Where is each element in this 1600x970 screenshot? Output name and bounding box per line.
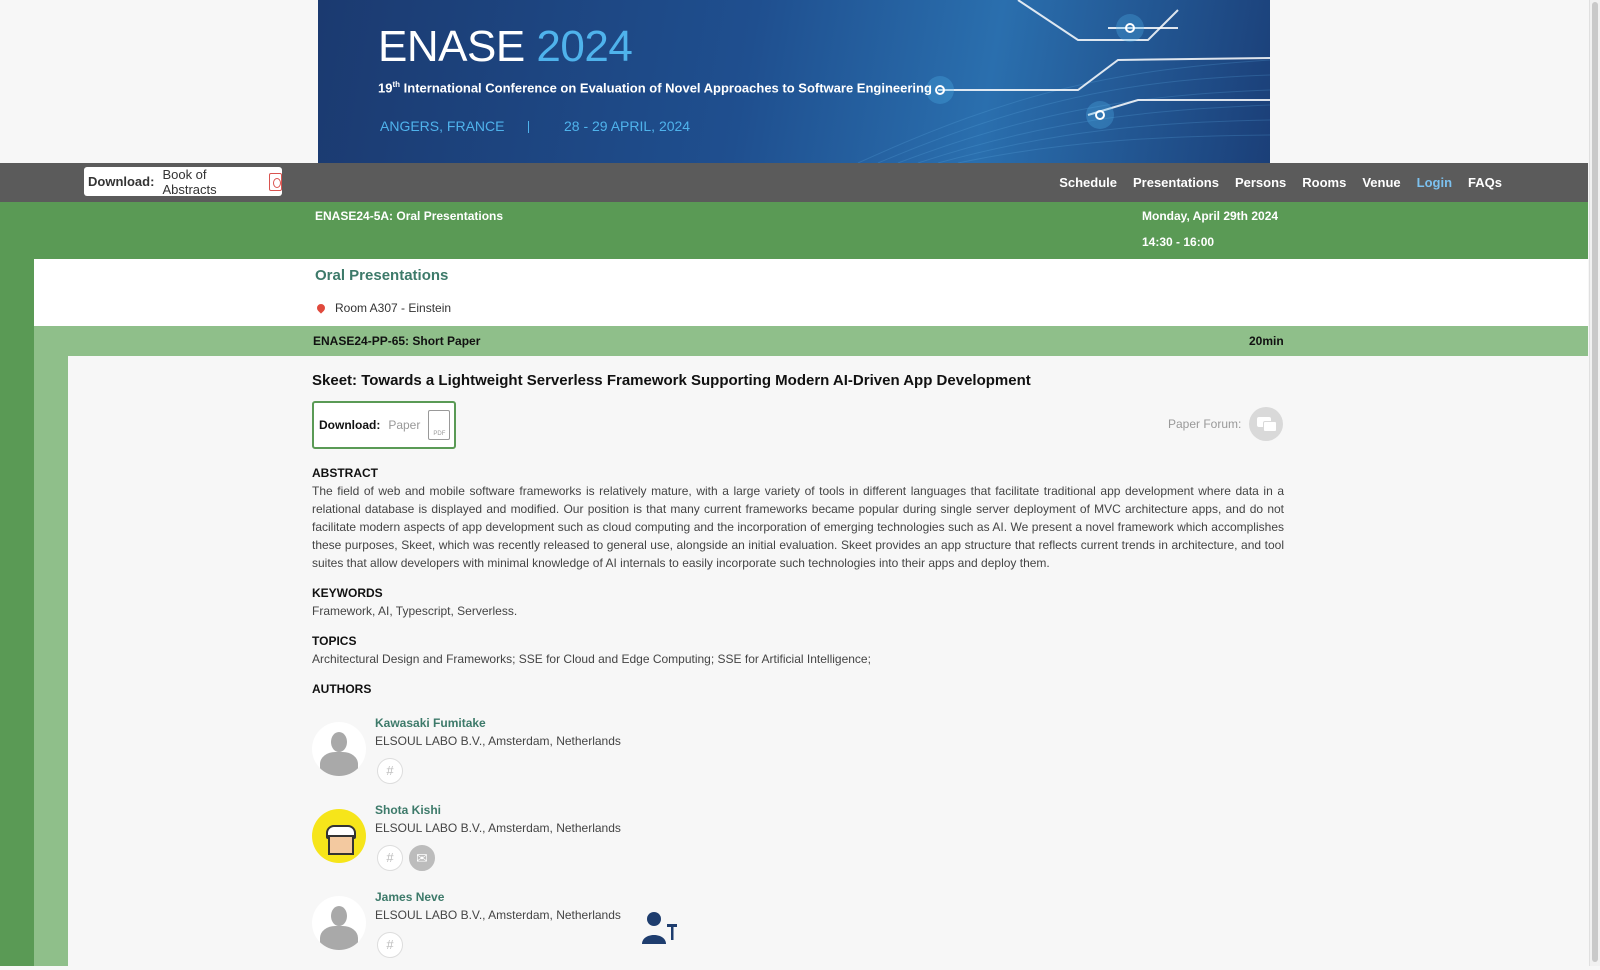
pdf-icon-text: PDF [433, 431, 446, 437]
conference-banner: ENASE 2024 19th International Conference… [318, 0, 1270, 163]
abstract-text: The field of web and mobile software fra… [312, 484, 1284, 570]
paper-download[interactable]: Download: Paper PDF [312, 401, 456, 449]
keywords-text: Framework, AI, Typescript, Serverless. [312, 604, 518, 618]
session-left-border [0, 259, 34, 966]
banner-edition-number: 19 [378, 80, 393, 96]
paper-download-label: Download: [319, 418, 381, 432]
author-name[interactable]: Shota Kishi [375, 803, 441, 817]
paper-duration: 20min [1249, 334, 1284, 348]
author-affiliation: ELSOUL LABO B.V., Amsterdam, Netherlands [375, 734, 621, 748]
paper-forum-label: Paper Forum: [1168, 417, 1242, 431]
nav-links: Schedule Presentations Persons Rooms Ven… [1059, 163, 1502, 202]
paper-header: ENASE24-PP-65: Short Paper 20min [34, 326, 1588, 356]
paper-title: Skeet: Towards a Lightweight Serverless … [312, 372, 1031, 389]
author-name[interactable]: Kawasaki Fumitake [375, 716, 486, 730]
scrollbar[interactable] [1589, 0, 1600, 966]
avatar[interactable] [312, 722, 366, 776]
nav-presentations[interactable]: Presentations [1133, 175, 1219, 190]
paper-download-link[interactable]: Paper [388, 418, 420, 432]
session-time: 14:30 - 16:00 [1142, 235, 1215, 249]
banner-year: 2024 [536, 22, 633, 71]
topics-text: Architectural Design and Frameworks; SSE… [312, 652, 871, 666]
session-date: Monday, April 29th 2024 [1142, 209, 1279, 223]
session-code: ENASE24-5A: Oral Presentations [315, 209, 504, 223]
presenter-icon [642, 912, 677, 944]
banner-title-text: ENASE [378, 22, 525, 71]
nav-schedule[interactable]: Schedule [1059, 175, 1117, 190]
topics-heading: TOPICS [312, 634, 357, 648]
chat-bubbles-icon[interactable] [1249, 407, 1284, 441]
map-pin-icon [315, 302, 327, 314]
nav-persons[interactable]: Persons [1235, 175, 1286, 190]
nav-rooms[interactable]: Rooms [1302, 175, 1346, 190]
download-label: Download: [88, 174, 155, 189]
keywords-heading: KEYWORDS [312, 586, 383, 600]
hashtag-icon[interactable]: # [377, 932, 403, 958]
author-links: # [377, 758, 403, 784]
paper-forum[interactable]: Paper Forum: [1168, 407, 1284, 441]
author-affiliation: ELSOUL LABO B.V., Amsterdam, Netherlands [375, 908, 621, 922]
author-links: # ✉ [377, 845, 435, 871]
pdf-icon[interactable] [268, 172, 282, 191]
banner-title: ENASE 2024 [378, 22, 633, 72]
nav-faqs[interactable]: FAQs [1468, 175, 1502, 190]
nav-venue[interactable]: Venue [1362, 175, 1400, 190]
paper-left-border [34, 356, 68, 966]
author-card: Shota Kishi ELSOUL LABO B.V., Amsterdam,… [312, 803, 712, 883]
book-of-abstracts-link[interactable]: Book of Abstracts [162, 167, 258, 197]
scrollbar-thumb[interactable] [1592, 2, 1598, 962]
banner-subtitle: 19th International Conference on Evaluat… [378, 80, 932, 95]
avatar[interactable] [312, 896, 366, 950]
banner-subtitle-text: International Conference on Evaluation o… [403, 80, 932, 96]
hashtag-icon[interactable]: # [377, 758, 403, 784]
session-info: Oral Presentations Room A307 - Einstein [34, 259, 1588, 326]
mail-icon[interactable]: ✉ [409, 845, 435, 871]
pdf-icon[interactable]: PDF [428, 410, 451, 440]
paper-code: ENASE24-PP-65: Short Paper [313, 334, 481, 348]
abstract-heading: ABSTRACT [312, 466, 378, 480]
author-links: # [377, 932, 403, 958]
hashtag-icon[interactable]: # [377, 845, 403, 871]
banner-dates: 28 - 29 APRIL, 2024 [564, 118, 691, 134]
author-affiliation: ELSOUL LABO B.V., Amsterdam, Netherlands [375, 821, 621, 835]
author-card: Kawasaki Fumitake ELSOUL LABO B.V., Amst… [312, 716, 712, 796]
session-header: ENASE24-5A: Oral Presentations Monday, A… [0, 202, 1588, 259]
banner-location: ANGERS, FRANCE [380, 118, 505, 134]
banner-separator [528, 121, 529, 133]
banner-edition-suffix: th [392, 80, 401, 89]
book-of-abstracts-download[interactable]: Download: Book of Abstracts [84, 167, 282, 197]
avatar[interactable] [312, 809, 366, 863]
top-navbar: Download: Book of Abstracts Schedule Pre… [0, 163, 1588, 202]
nav-login[interactable]: Login [1417, 175, 1452, 190]
session-room[interactable]: Room A307 - Einstein [315, 301, 451, 315]
author-name[interactable]: James Neve [375, 890, 444, 904]
authors-heading: AUTHORS [312, 682, 372, 696]
session-name[interactable]: Oral Presentations [315, 267, 448, 284]
room-name[interactable]: Room A307 - Einstein [335, 301, 451, 315]
